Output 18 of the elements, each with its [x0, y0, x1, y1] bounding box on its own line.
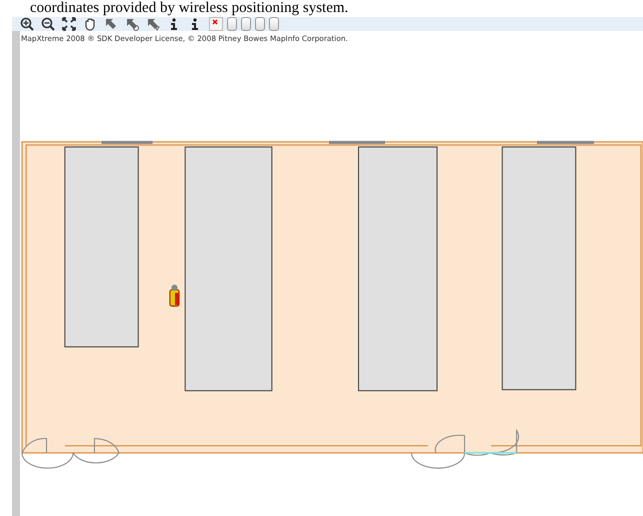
zoom-out-icon[interactable] [41, 17, 55, 31]
hand-icon[interactable] [83, 17, 97, 31]
window-mark [328, 140, 386, 144]
caption-text: coordinates provided by wireless positioning system. [29, 0, 350, 17]
zoom-in-icon[interactable] [20, 17, 34, 31]
broken-image-icon[interactable] [209, 17, 223, 31]
blank-button[interactable] [269, 17, 279, 31]
arrow-icon[interactable] [125, 17, 139, 31]
arrow-icon[interactable] [146, 17, 160, 31]
window-mark [102, 140, 153, 144]
doorway-line [464, 452, 517, 454]
blank-button[interactable] [255, 17, 265, 31]
blank-button[interactable] [241, 17, 251, 31]
arrows-icon[interactable] [62, 17, 76, 31]
arrow-icon[interactable] [104, 17, 118, 31]
window-mark [536, 140, 594, 144]
blank-button[interactable] [227, 17, 237, 31]
person-marker-icon [169, 284, 180, 307]
